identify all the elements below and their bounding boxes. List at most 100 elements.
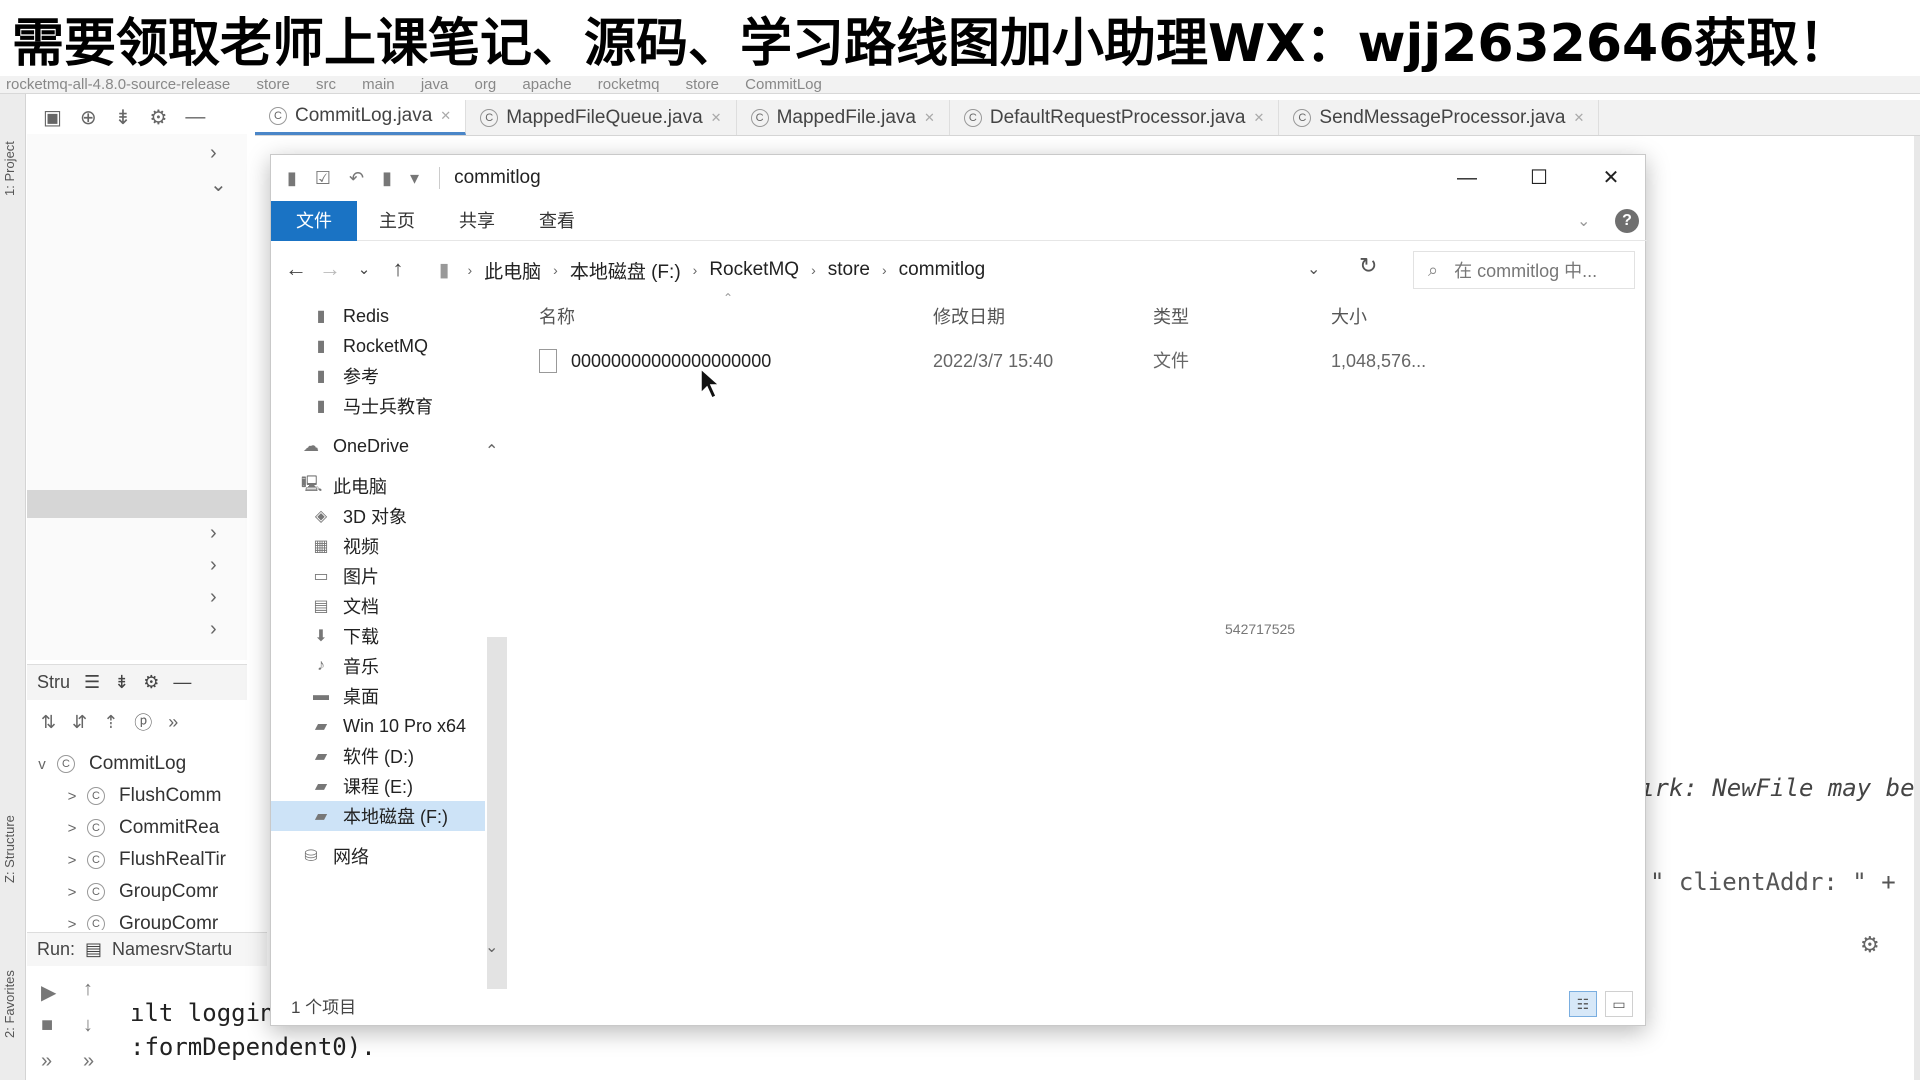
project-view-dropdown-icon[interactable]: ▣	[43, 105, 62, 130]
chevron-down-icon[interactable]: ⌄	[485, 937, 498, 957]
forward-button[interactable]: →	[313, 256, 347, 282]
customize-dropdown-icon[interactable]: ▾	[410, 168, 419, 189]
crumb[interactable]: src	[316, 76, 336, 93]
structure-item[interactable]: v C CommitLog	[27, 748, 267, 780]
expand-icon[interactable]: ☰	[84, 672, 100, 693]
back-button[interactable]: ←	[279, 256, 313, 282]
chevron-right-icon[interactable]: >	[57, 852, 87, 869]
collapse-icon[interactable]: ⇟	[115, 105, 132, 130]
nav-item-rocketmq[interactable]: ▮ RocketMQ	[271, 331, 511, 361]
new-folder-icon[interactable]: ▮	[382, 168, 392, 189]
close-icon[interactable]: ✕	[711, 110, 722, 126]
nav-item-3d-objects[interactable]: ◈ 3D 对象	[271, 501, 511, 531]
crumb[interactable]: CommitLog	[745, 76, 822, 93]
nav-item-desktop[interactable]: ▬ 桌面	[271, 681, 511, 711]
arrow-down-icon[interactable]: ↓	[83, 1014, 93, 1037]
refresh-icon[interactable]: ↻	[1359, 253, 1377, 279]
details-view-button[interactable]: ☷	[1569, 991, 1597, 1017]
run-config-tab[interactable]: NamesrvStartu	[112, 939, 232, 960]
nav-item-downloads[interactable]: ⬇ 下载	[271, 621, 511, 651]
close-icon[interactable]: ✕	[1253, 110, 1264, 126]
nav-item-music[interactable]: ♪ 音乐	[271, 651, 511, 681]
project-tool-tab[interactable]: 1: Project	[2, 114, 24, 224]
tab-defaultrequestprocessor[interactable]: C DefaultRequestProcessor.java ✕	[950, 100, 1280, 135]
structure-item[interactable]: > C GroupComr	[27, 876, 267, 908]
recent-locations-button[interactable]: ⌄	[347, 260, 381, 278]
play-icon[interactable]: ▶	[41, 980, 56, 1005]
address-dropdown-icon[interactable]: ⌄	[1307, 259, 1320, 279]
more-icon[interactable]: »	[41, 1050, 52, 1073]
chevron-right-icon[interactable]: ›	[210, 586, 217, 609]
tab-mappedfile[interactable]: C MappedFile.java ✕	[737, 100, 950, 135]
large-icons-view-button[interactable]: ▭	[1605, 991, 1633, 1017]
chevron-right-icon[interactable]: ›	[467, 262, 472, 278]
crumb[interactable]: rocketmq-all-4.8.0-source-release	[6, 76, 230, 93]
tab-commitlog[interactable]: C CommitLog.java ✕	[255, 100, 467, 135]
more-icon[interactable]: »	[168, 712, 178, 733]
tab-sendmessageprocessor[interactable]: C SendMessageProcessor.java ✕	[1279, 100, 1600, 135]
address-segment[interactable]: 此电脑	[484, 257, 541, 284]
nav-item-drive-f[interactable]: ▰ 本地磁盘 (F:)	[271, 801, 485, 831]
chevron-right-icon[interactable]: >	[57, 788, 87, 805]
nav-item-this-pc[interactable]: 🖳 此电脑	[271, 471, 511, 501]
nav-item-redis[interactable]: ▮ Redis	[271, 301, 511, 331]
up-button[interactable]: ↑	[381, 256, 415, 282]
favorites-tool-tab[interactable]: 2: Favorites	[2, 944, 24, 1064]
file-row[interactable]: 00000000000000000000 2022/3/7 15:40 文件 1…	[539, 345, 1426, 377]
chevron-down-icon[interactable]: ⌄	[210, 172, 227, 197]
crumb[interactable]: store	[686, 76, 719, 93]
close-button[interactable]: ✕	[1575, 155, 1647, 201]
tab-mappedfilequeue[interactable]: C MappedFileQueue.java ✕	[466, 100, 737, 135]
hide-icon[interactable]: —	[173, 672, 191, 693]
show-properties-icon[interactable]: ⓟ	[134, 709, 152, 735]
search-box[interactable]: ⌕ 在 commitlog 中...	[1413, 251, 1635, 289]
nav-item-reference[interactable]: ▮ 参考	[271, 361, 511, 391]
address-segment[interactable]: RocketMQ	[709, 259, 799, 281]
nav-item-onedrive[interactable]: ☁ OneDrive	[271, 431, 511, 461]
chevron-right-icon[interactable]: ›	[210, 554, 217, 577]
chevron-right-icon[interactable]: >	[57, 884, 87, 901]
column-header-size[interactable]: 大小	[1331, 303, 1367, 329]
structure-tool-tab[interactable]: Z: Structure	[2, 784, 24, 914]
close-icon[interactable]: ✕	[1573, 110, 1584, 126]
sort-visibility-icon[interactable]: ⇵	[72, 712, 87, 733]
crumb[interactable]: store	[256, 76, 289, 93]
crumb[interactable]: java	[421, 76, 449, 93]
crumb[interactable]: apache	[522, 76, 571, 93]
crumb[interactable]: main	[362, 76, 395, 93]
chevron-right-icon[interactable]: ›	[693, 262, 698, 278]
column-header-name[interactable]: 名称	[539, 303, 575, 329]
crumb[interactable]: org	[475, 76, 497, 93]
nav-item-drive-c[interactable]: ▰ Win 10 Pro x64	[271, 711, 511, 741]
hide-icon[interactable]: —	[185, 106, 205, 129]
nav-item-drive-e[interactable]: ▰ 课程 (E:)	[271, 771, 511, 801]
show-inherited-icon[interactable]: ⇡	[103, 712, 118, 733]
nav-item-drive-d[interactable]: ▰ 软件 (D:)	[271, 741, 511, 771]
nav-item-network[interactable]: ⛁ 网络	[271, 841, 511, 871]
address-bar[interactable]: ▮ › 此电脑 › 本地磁盘 (F:) › RocketMQ › store ›…	[439, 251, 1339, 289]
chevron-down-icon[interactable]: v	[27, 756, 57, 773]
stop-icon[interactable]: ■	[41, 1014, 53, 1037]
ribbon-tab-home[interactable]: 主页	[357, 201, 437, 241]
address-segment[interactable]: commitlog	[899, 259, 986, 281]
address-segment[interactable]: store	[828, 259, 870, 281]
sort-alpha-icon[interactable]: ⇅	[41, 712, 56, 733]
more-icon[interactable]: »	[83, 1050, 94, 1073]
chevron-right-icon[interactable]: ›	[210, 618, 217, 641]
help-button[interactable]: ?	[1615, 209, 1639, 233]
collapse-icon[interactable]: ⇟	[114, 672, 129, 693]
close-icon[interactable]: ✕	[924, 110, 935, 126]
gear-icon[interactable]: ⚙	[1860, 932, 1880, 958]
chevron-right-icon[interactable]: ›	[811, 262, 816, 278]
undo-icon[interactable]: ↶	[349, 168, 364, 189]
address-segment[interactable]: 本地磁盘 (F:)	[570, 257, 681, 284]
gear-icon[interactable]: ⚙	[143, 672, 159, 693]
chevron-right-icon[interactable]: >	[57, 916, 87, 931]
gear-icon[interactable]: ⚙	[149, 105, 167, 130]
locate-icon[interactable]: ⊕	[80, 105, 97, 130]
maximize-button[interactable]: ☐	[1503, 155, 1575, 201]
structure-item[interactable]: > C GroupComr	[27, 908, 267, 930]
ribbon-tab-share[interactable]: 共享	[437, 201, 517, 241]
chevron-right-icon[interactable]: >	[57, 820, 87, 837]
chevron-down-icon[interactable]: ⌄	[1577, 211, 1590, 231]
